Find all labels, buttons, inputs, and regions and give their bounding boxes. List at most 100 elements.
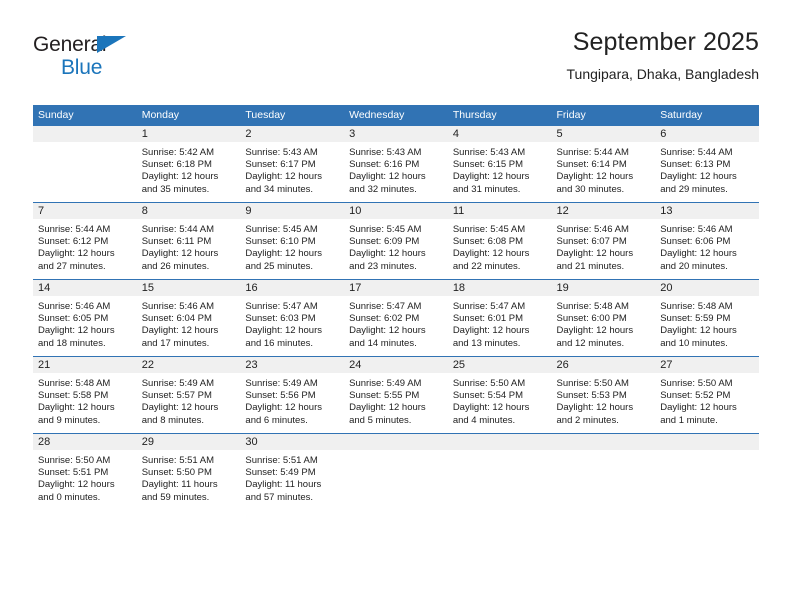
calendar-day-cell[interactable]: 30 Sunrise: 5:51 AM Sunset: 5:49 PM Dayligh… (240, 433, 345, 510)
day-number: 11 (447, 203, 552, 219)
daylight-text-line1: Daylight: 12 hours (38, 402, 115, 414)
calendar-day-cell[interactable]: 4 Sunrise: 5:43 AM Sunset: 6:15 PM Daylight… (447, 126, 552, 203)
day-number: 18 (447, 280, 552, 296)
daylight-text-line2: and 16 minutes. (245, 337, 314, 349)
sunrise-text: Sunrise: 5:45 AM (245, 224, 318, 235)
daylight-text-line2: and 21 minutes. (556, 260, 625, 272)
daylight-text-line2: and 25 minutes. (245, 260, 314, 272)
daylight-text-line2: and 27 minutes. (38, 260, 106, 272)
sunset-text: Sunset: 6:08 PM (452, 236, 524, 248)
daylight-text-line2: and 32 minutes. (349, 183, 417, 195)
daylight-text-line1: Daylight: 11 hours (245, 479, 322, 491)
daylight-text-line1: Daylight: 12 hours (660, 171, 737, 183)
daylight-text-line2: and 1 minute. (660, 414, 718, 426)
calendar-day-cell[interactable]: 18 Sunrise: 5:47 AM Sunset: 6:01 PM Dayligh… (447, 279, 552, 357)
calendar-day-cell[interactable]: 21 Sunrise: 5:48 AM Sunset: 5:58 PM Dayligh… (33, 356, 137, 434)
calendar-day-cell[interactable]: 13 Sunrise: 5:46 AM Sunset: 6:06 PM Dayligh… (655, 202, 759, 280)
daylight-text-line2: and 14 minutes. (349, 337, 417, 349)
calendar-day-cell[interactable]: 27 Sunrise: 5:50 AM Sunset: 5:52 PM Dayligh… (655, 356, 759, 434)
calendar-day-cell[interactable]: 16 Sunrise: 5:47 AM Sunset: 6:03 PM Dayligh… (240, 279, 345, 357)
brand-logo-top-row: General (33, 33, 126, 56)
calendar-day-cell[interactable]: 6 Sunrise: 5:44 AM Sunset: 6:13 PM Daylight… (655, 126, 759, 203)
calendar-day-cell[interactable]: 19 Sunrise: 5:48 AM Sunset: 6:00 PM Dayligh… (551, 279, 656, 357)
calendar-day-cell[interactable]: 17 Sunrise: 5:47 AM Sunset: 6:02 PM Dayligh… (344, 279, 448, 357)
calendar-day-cell[interactable]: 9 Sunrise: 5:45 AM Sunset: 6:10 PM Daylight… (240, 202, 345, 280)
calendar-day-cell[interactable]: 8 Sunrise: 5:44 AM Sunset: 6:11 PM Daylight… (136, 202, 241, 280)
day-number: 23 (240, 357, 345, 373)
sunset-text: Sunset: 6:15 PM (452, 159, 524, 171)
calendar-day-cell[interactable]: 29 Sunrise: 5:51 AM Sunset: 5:50 PM Dayligh… (136, 433, 241, 510)
daylight-text-line1: Daylight: 11 hours (141, 479, 218, 491)
day-number: 25 (447, 357, 552, 373)
daylight-text-line1: Daylight: 12 hours (141, 402, 219, 414)
sunset-text: Sunset: 6:06 PM (660, 236, 731, 248)
sunrise-text: Sunrise: 5:49 AM (349, 378, 422, 389)
daylight-text-line2: and 22 minutes. (452, 260, 521, 272)
brand-name-general: General (33, 33, 107, 56)
daylight-text-line1: Daylight: 12 hours (141, 171, 219, 183)
day-details: Sunrise: 5:44 AM Sunset: 6:14 PM Daylight:… (552, 142, 656, 196)
day-number: 8 (136, 203, 241, 219)
calendar-day-cell[interactable]: 26 Sunrise: 5:50 AM Sunset: 5:53 PM Dayligh… (551, 356, 656, 434)
day-details: Sunrise: 5:43 AM Sunset: 6:15 PM Daylight:… (448, 142, 552, 196)
day-details: Sunrise: 5:43 AM Sunset: 6:16 PM Daylight:… (344, 142, 448, 196)
day-number: 5 (551, 126, 656, 142)
day-number: 21 (33, 357, 137, 373)
day-number: 24 (344, 357, 448, 373)
calendar-day-cell[interactable]: 7 Sunrise: 5:44 AM Sunset: 6:12 PM Daylight… (33, 202, 137, 280)
calendar-day-cell[interactable]: 24 Sunrise: 5:49 AM Sunset: 5:55 PM Dayligh… (344, 356, 448, 434)
day-number: 6 (655, 126, 759, 142)
daylight-text-line1: Daylight: 12 hours (452, 171, 530, 183)
sunrise-text: Sunrise: 5:48 AM (556, 301, 629, 312)
sunrise-text: Sunrise: 5:51 AM (141, 455, 215, 466)
daylight-text-line2: and 29 minutes. (660, 183, 728, 195)
sunset-text: Sunset: 5:58 PM (38, 390, 109, 402)
calendar-day-cell[interactable]: 5 Sunrise: 5:44 AM Sunset: 6:14 PM Daylight… (551, 126, 656, 203)
day-number (655, 434, 759, 450)
daylight-text-line1: Daylight: 12 hours (660, 402, 737, 414)
daylight-text-line2: and 9 minutes. (38, 414, 101, 426)
day-number: 22 (136, 357, 241, 373)
sunrise-text: Sunrise: 5:46 AM (141, 301, 215, 312)
calendar-day-cell[interactable]: 11 Sunrise: 5:45 AM Sunset: 6:08 PM Dayligh… (447, 202, 552, 280)
sunrise-text: Sunrise: 5:43 AM (452, 147, 526, 158)
sunset-text: Sunset: 5:59 PM (660, 313, 731, 325)
calendar-empty-cell (655, 433, 759, 510)
calendar-day-cell[interactable]: 12 Sunrise: 5:46 AM Sunset: 6:07 PM Dayligh… (551, 202, 656, 280)
calendar-day-cell[interactable]: 23 Sunrise: 5:49 AM Sunset: 5:56 PM Dayligh… (240, 356, 345, 434)
sunrise-text: Sunrise: 5:50 AM (38, 455, 111, 466)
calendar-day-cell[interactable]: 14 Sunrise: 5:46 AM Sunset: 6:05 PM Dayligh… (33, 279, 137, 357)
calendar-day-cell[interactable]: 1 Sunrise: 5:42 AM Sunset: 6:18 PM Daylight… (136, 126, 241, 203)
calendar-day-cell[interactable]: 10 Sunrise: 5:45 AM Sunset: 6:09 PM Dayligh… (344, 202, 448, 280)
calendar-day-cell[interactable]: 2 Sunrise: 5:43 AM Sunset: 6:17 PM Daylight… (240, 126, 345, 203)
day-number: 30 (240, 434, 345, 450)
calendar-day-cell[interactable]: 22 Sunrise: 5:49 AM Sunset: 5:57 PM Dayligh… (136, 356, 241, 434)
calendar-day-cell[interactable]: 15 Sunrise: 5:46 AM Sunset: 6:04 PM Dayligh… (136, 279, 241, 357)
day-number: 15 (136, 280, 241, 296)
daylight-text-line1: Daylight: 12 hours (349, 171, 426, 183)
calendar-day-cell[interactable]: 28 Sunrise: 5:50 AM Sunset: 5:51 PM Dayligh… (33, 433, 137, 510)
day-number: 29 (136, 434, 241, 450)
triangle-icon (97, 36, 126, 53)
daylight-text-line2: and 5 minutes. (349, 414, 412, 426)
calendar-week-row: 1 Sunrise: 5:42 AM Sunset: 6:18 PM Daylight… (33, 126, 759, 203)
day-number: 27 (655, 357, 759, 373)
weekday-header-row: Sunday Monday Tuesday Wednesday Thursday… (33, 105, 759, 126)
daylight-text-line2: and 6 minutes. (245, 414, 308, 426)
brand-name-blue: Blue (61, 56, 103, 79)
sunrise-text: Sunrise: 5:45 AM (349, 224, 422, 235)
calendar-day-cell[interactable]: 20 Sunrise: 5:48 AM Sunset: 5:59 PM Dayligh… (655, 279, 759, 357)
day-number: 19 (551, 280, 656, 296)
brand-logo[interactable]: General Blue (33, 34, 233, 78)
calendar-day-cell[interactable]: 3 Sunrise: 5:43 AM Sunset: 6:16 PM Daylight… (344, 126, 448, 203)
day-details: Sunrise: 5:49 AM Sunset: 5:55 PM Daylight:… (344, 373, 448, 427)
weekday-header-sunday: Sunday (33, 105, 137, 126)
day-details: Sunrise: 5:49 AM Sunset: 5:57 PM Daylight:… (137, 373, 241, 427)
day-number: 26 (551, 357, 656, 373)
calendar-day-cell[interactable]: 25 Sunrise: 5:50 AM Sunset: 5:54 PM Dayligh… (447, 356, 552, 434)
day-details: Sunrise: 5:46 AM Sunset: 6:04 PM Daylight:… (137, 296, 241, 350)
daylight-text-line2: and 30 minutes. (556, 183, 625, 195)
day-number: 14 (33, 280, 137, 296)
daylight-text-line2: and 2 minutes. (556, 414, 619, 426)
calendar-week-row: 7 Sunrise: 5:44 AM Sunset: 6:12 PM Daylight… (33, 202, 759, 280)
